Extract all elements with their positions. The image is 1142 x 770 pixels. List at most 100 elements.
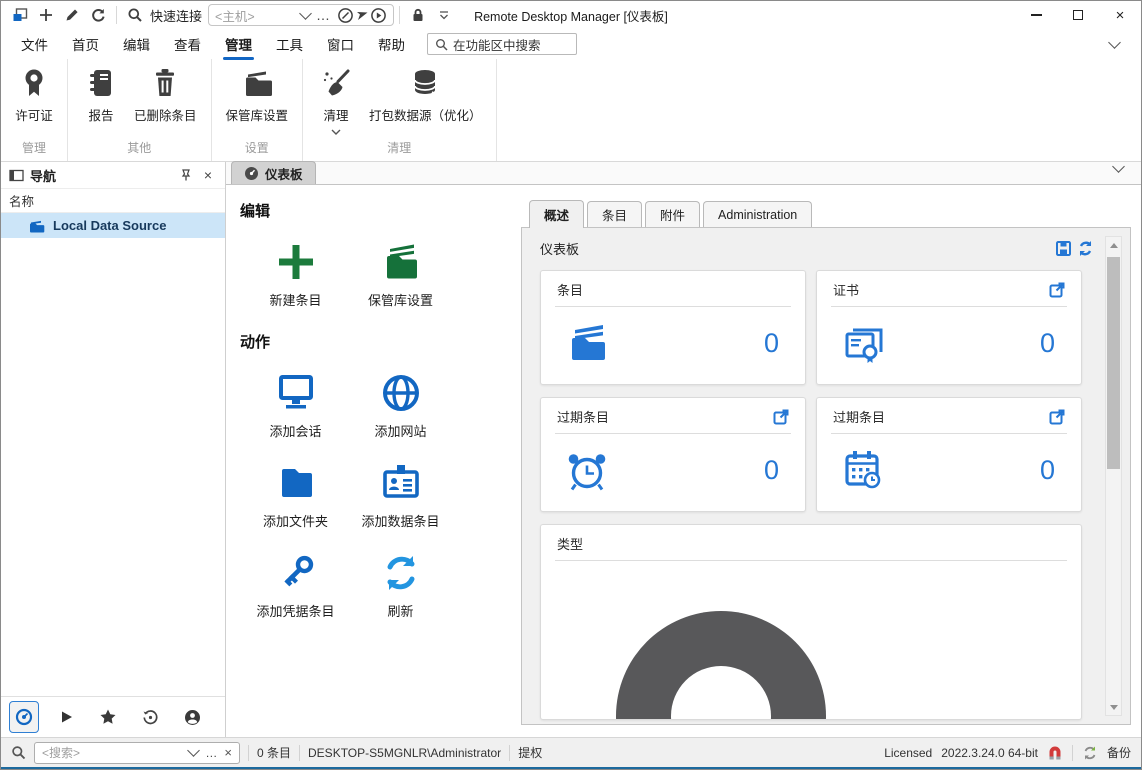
favorites-view-button[interactable] xyxy=(93,701,123,733)
maximize-icon xyxy=(1073,10,1083,20)
section-actions-title: 动作 xyxy=(240,331,521,352)
license-button[interactable]: 许可证 xyxy=(11,64,57,126)
reports-label: 报告 xyxy=(88,105,113,124)
certificate-icon xyxy=(839,320,889,366)
menu-help[interactable]: 帮助 xyxy=(366,30,417,58)
menu-edit[interactable]: 编辑 xyxy=(111,30,162,58)
clear-filter-icon[interactable]: × xyxy=(224,745,232,760)
reports-button[interactable]: 报告 xyxy=(78,64,124,126)
add-session-button[interactable]: 添加会话 xyxy=(243,372,348,440)
new-window-button[interactable] xyxy=(7,3,33,27)
magnet-icon[interactable] xyxy=(1047,745,1063,761)
card-type-title: 类型 xyxy=(557,534,583,553)
add-website-button[interactable]: 添加网站 xyxy=(348,372,453,440)
vault-folder-icon xyxy=(379,241,423,283)
refresh-button[interactable]: 刷新 xyxy=(348,552,453,620)
tab-entries[interactable]: 条目 xyxy=(587,201,642,227)
filter-search-input[interactable]: <搜索> … × xyxy=(34,742,240,764)
name-column-header[interactable]: 名称 xyxy=(1,188,225,213)
vault-settings-label: 保管库设置 xyxy=(226,105,289,124)
external-link-icon[interactable] xyxy=(773,409,789,425)
ribbon-collapse-chevron-icon[interactable] xyxy=(1110,42,1119,47)
tab-list-chevron-icon[interactable] xyxy=(1114,166,1123,171)
tab-dashboard[interactable]: 仪表板 xyxy=(231,161,316,184)
external-link-icon[interactable] xyxy=(1049,282,1065,298)
backup-label[interactable]: 备份 xyxy=(1107,744,1131,761)
card-expired-entries-2-value: 0 xyxy=(1040,455,1055,486)
add-credential-entry-button[interactable]: 添加凭据条目 xyxy=(243,552,348,620)
plus-icon xyxy=(275,241,317,283)
close-button[interactable]: × xyxy=(1099,1,1141,29)
add-data-entry-label: 添加数据条目 xyxy=(361,511,439,530)
menu-window[interactable]: 窗口 xyxy=(315,30,366,58)
toolbar-expand-button[interactable] xyxy=(431,3,457,27)
tab-administration[interactable]: Administration xyxy=(703,201,812,227)
quick-connect-search-button[interactable] xyxy=(122,3,148,27)
menu-home[interactable]: 首页 xyxy=(60,30,111,58)
chevron-down-icon[interactable] xyxy=(301,13,310,18)
pack-data-source-button[interactable]: 打包数据源（优化） xyxy=(365,64,486,126)
close-icon[interactable]: × xyxy=(199,167,217,183)
more-options-button[interactable]: … xyxy=(310,7,337,23)
ribbon-group-settings: 保管库设置 设置 xyxy=(212,59,304,161)
edit-button[interactable] xyxy=(59,3,85,27)
refresh-icon[interactable] xyxy=(1077,240,1094,257)
deleted-entries-button[interactable]: 已删除条目 xyxy=(130,64,201,126)
current-user: DESKTOP-S5MGNLR\Administrator xyxy=(308,746,501,760)
window-accent-line xyxy=(1,767,1141,769)
menu-file[interactable]: 文件 xyxy=(9,30,60,58)
vault-settings-button[interactable]: 保管库设置 xyxy=(222,64,293,126)
host-input[interactable]: <主机> xyxy=(215,6,301,25)
scroll-down-icon[interactable] xyxy=(1106,700,1121,714)
dashboard-scrollbar[interactable] xyxy=(1105,236,1122,716)
card-certificates[interactable]: 证书 0 xyxy=(816,270,1082,385)
card-entries[interactable]: 条目 0 xyxy=(540,270,806,385)
refresh-button[interactable] xyxy=(85,3,111,27)
add-folder-button[interactable]: 添加文件夹 xyxy=(243,462,348,530)
menu-view[interactable]: 查看 xyxy=(162,30,213,58)
connection-settings-icon[interactable] xyxy=(337,7,354,24)
menu-tools[interactable]: 工具 xyxy=(264,30,315,58)
card-expired-entries-2[interactable]: 过期条目 0 xyxy=(816,397,1082,512)
privilege-label[interactable]: 提权 xyxy=(518,744,542,761)
ribbon-search-input[interactable]: 在功能区中搜索 xyxy=(427,33,577,55)
backup-sync-icon[interactable] xyxy=(1082,745,1098,761)
card-type-chart[interactable]: 类型 xyxy=(540,524,1082,720)
vault-settings-button[interactable]: 保管库设置 xyxy=(348,241,453,309)
minimize-button[interactable] xyxy=(1015,1,1057,29)
cleanup-button[interactable]: 清理 xyxy=(313,64,359,137)
add-entry-button[interactable] xyxy=(33,3,59,27)
user-view-button[interactable] xyxy=(177,701,207,733)
tab-entries-label: 条目 xyxy=(602,205,627,224)
external-link-icon[interactable] xyxy=(1049,409,1065,425)
new-entry-button[interactable]: 新建条目 xyxy=(243,241,348,309)
dashboard-panel: 仪表板 条目 0 xyxy=(521,227,1131,725)
maximize-button[interactable] xyxy=(1057,1,1099,29)
lock-button[interactable] xyxy=(405,3,431,27)
history-view-button[interactable] xyxy=(135,701,165,733)
pin-icon[interactable] xyxy=(179,168,193,182)
cursor-icon[interactable] xyxy=(354,7,370,23)
card-expired-entries[interactable]: 过期条目 0 xyxy=(540,397,806,512)
tab-administration-label: Administration xyxy=(718,208,797,222)
tab-dashboard-label: 仪表板 xyxy=(265,164,303,183)
add-folder-label: 添加文件夹 xyxy=(263,511,328,530)
ribbon-group-others: 报告 已删除条目 其他 xyxy=(68,59,212,161)
divider xyxy=(399,6,400,24)
sessions-view-button[interactable] xyxy=(51,701,81,733)
tab-attachments[interactable]: 附件 xyxy=(645,201,700,227)
divider xyxy=(248,745,249,761)
save-icon[interactable] xyxy=(1055,240,1072,257)
tree-item-local-data-source[interactable]: Local Data Source xyxy=(1,213,225,238)
scroll-up-icon[interactable] xyxy=(1106,238,1121,252)
add-data-entry-button[interactable]: 添加数据条目 xyxy=(348,462,453,530)
menu-administration[interactable]: 管理 xyxy=(213,30,264,58)
tab-overview[interactable]: 概述 xyxy=(529,200,584,228)
folder-icon xyxy=(29,218,46,233)
dashboard-view-button[interactable] xyxy=(9,701,39,733)
ribbon-group-label: 其他 xyxy=(68,138,211,161)
scrollbar-thumb[interactable] xyxy=(1107,257,1120,469)
filter-more-button[interactable]: … xyxy=(205,746,217,760)
play-circle-icon[interactable] xyxy=(370,7,387,24)
chevron-down-icon[interactable] xyxy=(189,750,198,755)
